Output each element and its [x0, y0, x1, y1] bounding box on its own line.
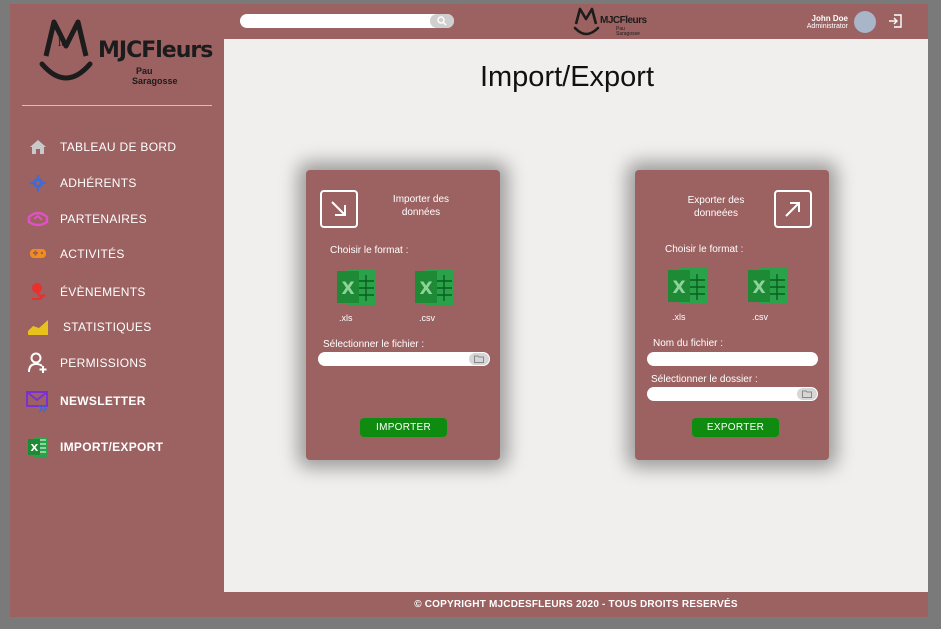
- sidebar-item-tableau-de-bord[interactable]: TABLEAU DE BORD: [26, 132, 222, 162]
- sidebar-item-statistiques[interactable]: STATISTIQUES: [26, 312, 222, 342]
- xls-format-label: .xls: [672, 312, 686, 322]
- logo-mark-icon: [573, 7, 600, 36]
- chart-icon: [26, 315, 50, 339]
- brand-subtitle-line2: Saragosse: [132, 76, 178, 86]
- arrow-up-right-icon: [785, 202, 800, 217]
- sidebar-item-label: ÉVÈNEMENTS: [60, 285, 146, 299]
- excel-csv-icon: X: [415, 269, 454, 305]
- xls-format-option[interactable]: X: [334, 267, 378, 307]
- sidebar-item-label: TABLEAU DE BORD: [60, 140, 177, 154]
- footer: © COPYRIGHT MJCDESFLEURS 2020 - TOUS DRO…: [414, 599, 738, 610]
- import-card: Importer des données Choisir le format :…: [306, 170, 500, 460]
- sidebar-item-label: ADHÉRENTS: [60, 176, 137, 190]
- svg-text:X: X: [31, 443, 39, 454]
- svg-text:X: X: [673, 278, 686, 298]
- user-info[interactable]: John Doe Administrator: [807, 14, 848, 31]
- logout-icon: [889, 14, 902, 28]
- top-brand-name: MJCFleurs: [600, 15, 647, 26]
- search-button[interactable]: [430, 14, 454, 28]
- folder-icon: [802, 390, 812, 398]
- sidebar-item-label: PARTENAIRES: [60, 212, 147, 226]
- sidebar-item-label: PERMISSIONS: [60, 356, 147, 370]
- brand-subtitle: Pau Saragosse: [132, 66, 178, 86]
- avatar[interactable]: [854, 11, 876, 33]
- search-icon: [437, 16, 447, 26]
- svg-text:X: X: [342, 279, 355, 299]
- brand-subtitle-line1: Pau: [136, 66, 153, 76]
- xls-format-label: .xls: [339, 313, 353, 323]
- user-add-icon: [26, 351, 50, 375]
- arrow-down-right-icon: [331, 201, 346, 216]
- excel-csv-icon: X: [748, 268, 787, 304]
- import-file-label: Sélectionner le fichier :: [323, 339, 425, 350]
- page-title: Import/Export: [479, 61, 655, 93]
- folder-icon: [474, 355, 484, 363]
- excel-xls-icon: X: [668, 268, 707, 304]
- top-brand-subtitle-line2: Saragosse: [616, 31, 640, 37]
- export-button[interactable]: EXPORTER: [692, 418, 779, 437]
- sidebar-item-import-export[interactable]: X IMPORT/EXPORT: [26, 432, 222, 462]
- search-bar: [240, 14, 454, 28]
- brand-name: MJCFleurs: [98, 38, 213, 63]
- top-brand-subtitle: Pau Saragosse: [616, 27, 640, 37]
- export-folder-input[interactable]: [647, 387, 818, 401]
- export-filename-input[interactable]: [647, 352, 818, 366]
- export-filename-label: Nom du fichier :: [653, 338, 724, 349]
- svg-text:la: la: [58, 38, 67, 49]
- export-card: Exporter des donneées Choisir le format …: [635, 170, 829, 460]
- svg-text:X: X: [420, 279, 433, 299]
- csv-format-option[interactable]: X: [412, 267, 456, 307]
- sidebar-item-permissions[interactable]: PERMISSIONS: [26, 348, 222, 378]
- export-format-label: Choisir le format :: [665, 244, 744, 255]
- sidebar-item-adherents[interactable]: ADHÉRENTS: [26, 168, 222, 198]
- brand-logo[interactable]: la MJCFleurs Pau Saragosse: [36, 16, 213, 96]
- newsletter-icon: [26, 389, 50, 413]
- import-browse-button[interactable]: [469, 353, 489, 365]
- sidebar: la MJCFleurs Pau Saragosse TABLEAU DE BO…: [10, 4, 224, 592]
- excel-icon: X: [26, 435, 50, 459]
- sidebar-item-newsletter[interactable]: NEWSLETTER: [26, 386, 222, 416]
- home-icon: [26, 135, 50, 159]
- logo-mark-icon: la: [39, 19, 93, 81]
- import-file-input[interactable]: [318, 352, 490, 366]
- sidebar-item-evenements[interactable]: ÉVÈNEMENTS: [26, 277, 222, 307]
- top-bar: MJCFleurs Pau Saragosse John Doe Adminis…: [224, 4, 928, 39]
- excel-xls-icon: X: [337, 269, 376, 305]
- sidebar-item-label: STATISTIQUES: [63, 320, 152, 334]
- top-brand-logo[interactable]: MJCFleurs Pau Saragosse: [572, 6, 652, 38]
- sidebar-item-label: IMPORT/EXPORT: [60, 440, 164, 454]
- app-window: la MJCFleurs Pau Saragosse TABLEAU DE BO…: [10, 4, 928, 617]
- logout-button[interactable]: [888, 14, 902, 28]
- search-input[interactable]: [240, 14, 430, 28]
- user-role: Administrator: [806, 23, 848, 30]
- import-format-label: Choisir le format :: [330, 245, 409, 256]
- export-heading: Exporter des donneées: [687, 195, 745, 219]
- import-button[interactable]: IMPORTER: [360, 418, 447, 437]
- handshake-icon: [26, 207, 50, 231]
- export-arrow-button[interactable]: [774, 190, 812, 228]
- import-arrow-button[interactable]: [320, 190, 358, 228]
- user-name: John Doe: [811, 14, 848, 23]
- export-browse-button[interactable]: [797, 388, 817, 400]
- microphone-icon: [26, 280, 50, 304]
- svg-text:X: X: [753, 278, 766, 298]
- csv-format-option[interactable]: X: [745, 266, 789, 306]
- sidebar-divider: [22, 105, 212, 106]
- sidebar-item-label: NEWSLETTER: [60, 394, 146, 408]
- xls-format-option[interactable]: X: [665, 266, 709, 306]
- sidebar-item-label: ACTIVITÉS: [60, 247, 125, 261]
- import-heading: Importer des données: [392, 194, 450, 218]
- csv-format-label: .csv: [752, 312, 769, 322]
- sidebar-item-activites[interactable]: ACTIVITÉS: [26, 239, 222, 269]
- export-folder-label: Sélectionner le dossier :: [651, 374, 758, 385]
- sidebar-item-partenaires[interactable]: PARTENAIRES: [26, 204, 222, 234]
- gear-group-icon: [26, 171, 50, 195]
- gamepad-icon: [26, 242, 50, 266]
- main-content: Import/Export Importer des données Chois…: [224, 39, 928, 592]
- csv-format-label: .csv: [419, 313, 436, 323]
